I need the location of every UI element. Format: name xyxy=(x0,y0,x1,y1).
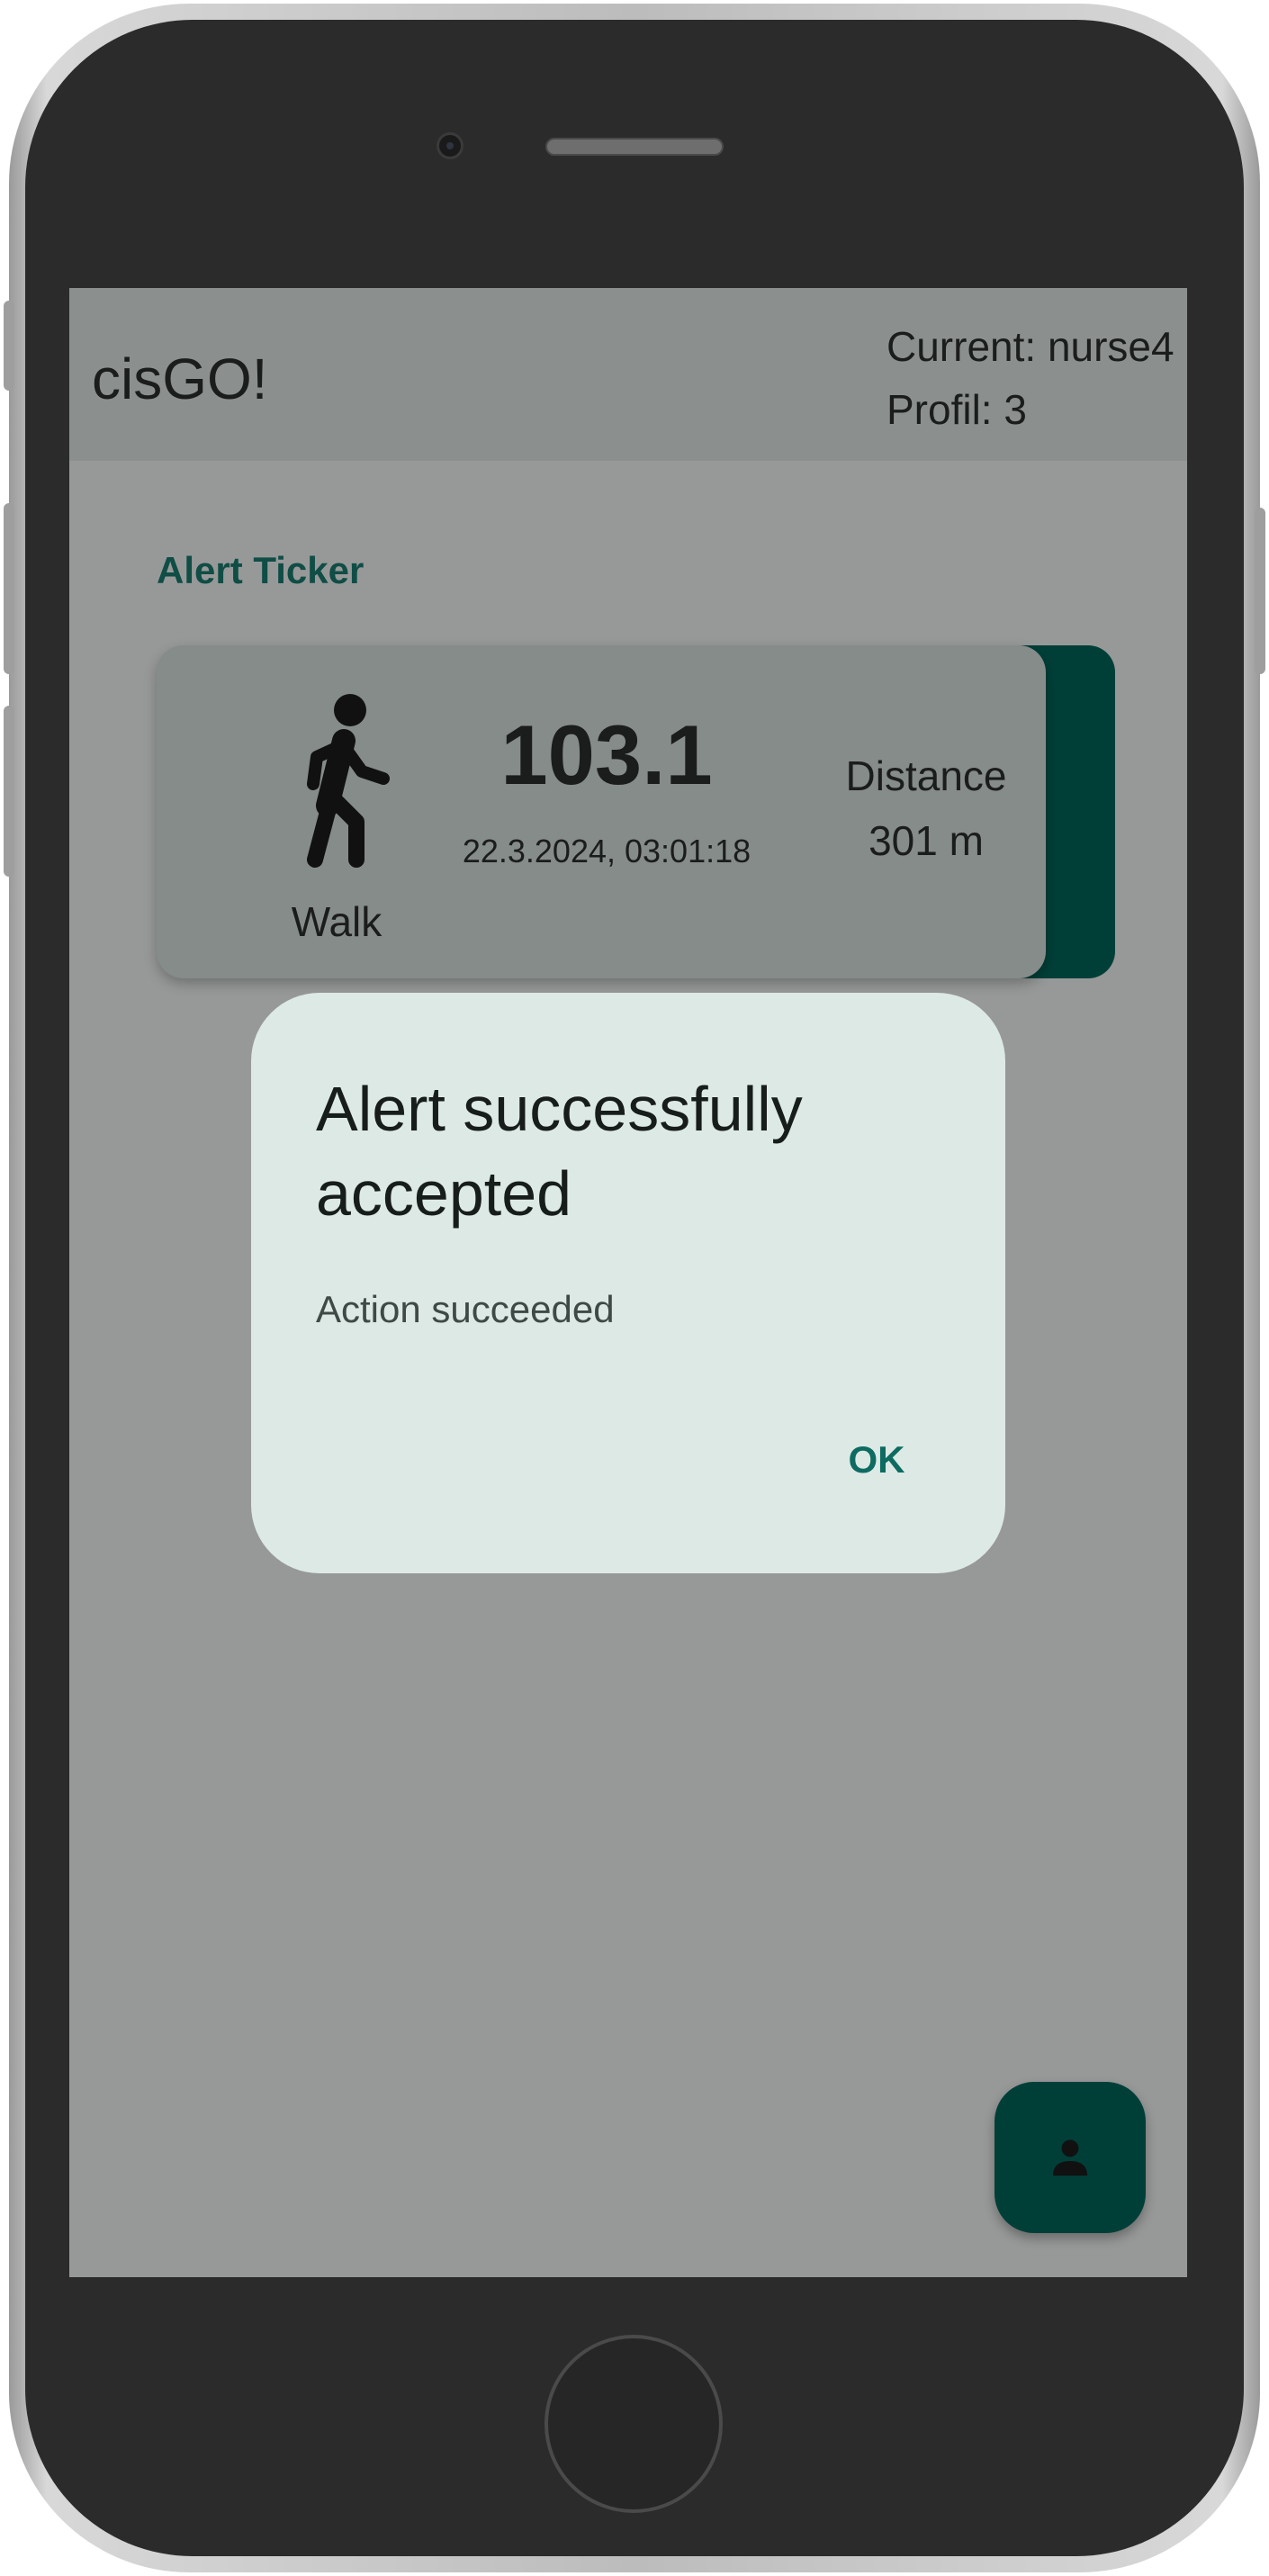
earpiece-speaker xyxy=(545,138,724,156)
app-screen: cisGO! Current: nurse4 Profil: 3 Alert T… xyxy=(69,288,1187,2277)
walk-icon xyxy=(307,694,390,868)
current-user: Current: nurse4 xyxy=(886,323,1174,370)
metric-name: Distance xyxy=(845,752,1007,799)
volume-up-button xyxy=(4,503,14,674)
app-bar: cisGO! Current: nurse4 Profil: 3 xyxy=(69,288,1187,461)
user-info: Current: nurse4 Profil: 3 xyxy=(886,315,1174,441)
front-camera xyxy=(436,132,464,159)
power-button xyxy=(1255,508,1265,674)
alert-card[interactable]: Walk 103.1 22.3.2024, 03:01:18 Distance … xyxy=(157,645,1046,978)
profile-fab[interactable] xyxy=(994,2082,1146,2233)
dialog-title: Alert successfully accepted xyxy=(316,1074,803,1229)
metric-value: 301 m xyxy=(868,817,984,864)
app-title: cisGO! xyxy=(92,347,268,411)
home-button[interactable] xyxy=(544,2335,723,2513)
dialog-message: Action succeeded xyxy=(316,1288,615,1330)
section-title: Alert Ticker xyxy=(157,549,364,591)
person-icon xyxy=(1052,2139,1088,2176)
user-profile: Profil: 3 xyxy=(886,386,1027,433)
mute-switch xyxy=(4,301,14,391)
ok-button[interactable]: OK xyxy=(818,1421,935,1499)
activity-label: Walk xyxy=(291,898,382,945)
alert-value: 103.1 xyxy=(500,707,713,802)
alert-timestamp: 22.3.2024, 03:01:18 xyxy=(462,833,752,869)
volume-down-button xyxy=(4,706,14,877)
alert-dialog: Alert successfully accepted Action succe… xyxy=(251,993,1005,1573)
